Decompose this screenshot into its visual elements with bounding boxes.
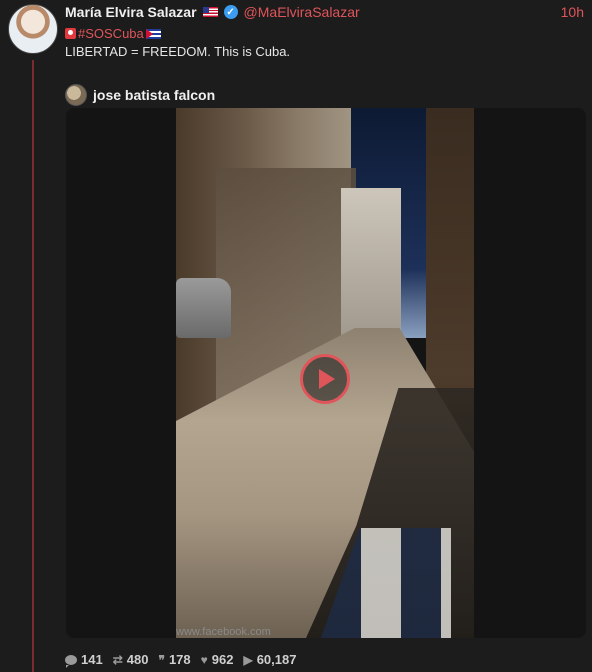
reply-icon	[65, 654, 77, 668]
play-button[interactable]	[300, 354, 350, 404]
retweet-count: 480	[126, 652, 149, 667]
tweet-header: María Elvira Salazar ✓ @MaElviraSalazar …	[65, 3, 584, 21]
retweet-icon: ⇄	[112, 652, 123, 667]
hashtag-line: #SOSCuba	[65, 26, 161, 41]
quote-count: 178	[168, 652, 191, 667]
avatar[interactable]	[8, 4, 58, 54]
cuba-flag-icon	[145, 28, 161, 39]
hashtag-link[interactable]: #SOSCuba	[78, 26, 144, 41]
quoted-post-header[interactable]: jose batista falcon	[65, 84, 215, 106]
play-icon	[319, 369, 335, 389]
thread-line	[32, 60, 34, 672]
verified-badge-icon: ✓	[223, 5, 238, 19]
views-stat[interactable]: ▶ 60,187	[243, 652, 296, 667]
video-car	[176, 278, 231, 338]
video-frame[interactable]	[176, 108, 474, 638]
sos-icon	[65, 28, 76, 39]
video-player[interactable]: www.facebook.com	[66, 108, 586, 638]
quote-stat[interactable]: ❞ 178	[158, 652, 190, 667]
views-play-icon: ▶	[243, 652, 253, 667]
reply-stat[interactable]: 141	[65, 652, 103, 668]
quoted-avatar[interactable]	[65, 84, 87, 106]
video-watermark: www.facebook.com	[176, 626, 271, 638]
quoted-author-name[interactable]: jose batista falcon	[93, 87, 215, 103]
tweet-timestamp[interactable]: 10h	[561, 4, 584, 20]
views-count: 60,187	[256, 652, 297, 667]
heart-icon: ♥	[200, 652, 208, 667]
engagement-stats: 141 ⇄ 480 ❞ 178 ♥ 962 ▶ 60,187	[65, 652, 296, 668]
quote-icon: ❞	[158, 652, 165, 667]
reply-count: 141	[81, 652, 103, 667]
like-count: 962	[211, 652, 234, 667]
tweet-text: LIBERTAD = FREEDOM. This is Cuba.	[65, 44, 291, 59]
retweet-stat[interactable]: ⇄ 480	[113, 652, 149, 667]
author-handle[interactable]: @MaElviraSalazar	[244, 4, 360, 20]
author-name[interactable]: María Elvira Salazar	[65, 4, 197, 20]
us-flag-icon	[202, 7, 218, 17]
like-stat[interactable]: ♥ 962	[201, 652, 234, 667]
